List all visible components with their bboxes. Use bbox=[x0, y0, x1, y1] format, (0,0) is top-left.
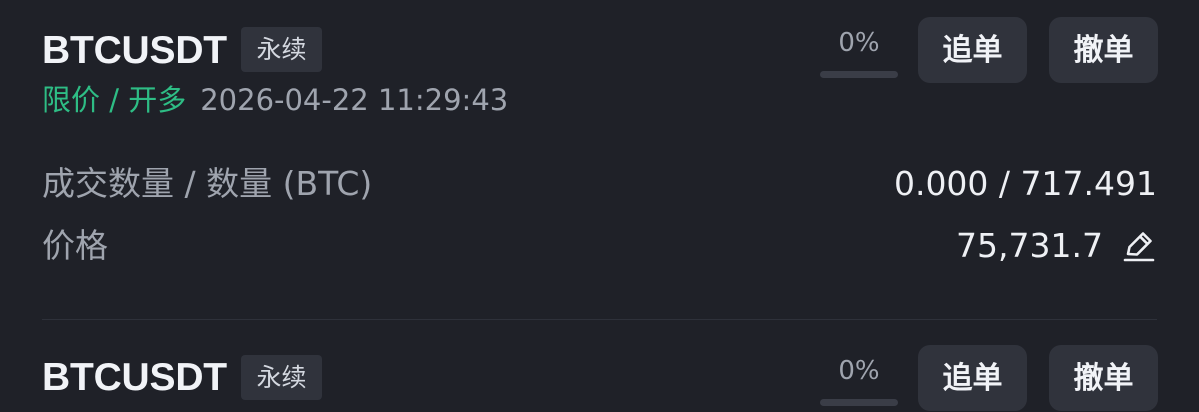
fill-progress: 0% bbox=[820, 28, 898, 78]
cancel-order-button[interactable]: 撤单 bbox=[1049, 345, 1158, 411]
order-subline: 限价 / 开多 2026-04-22 11:29:43 bbox=[42, 82, 508, 118]
fill-progress: 0% bbox=[820, 356, 898, 406]
fill-percent-label: 0% bbox=[838, 356, 880, 386]
order-side-tag: 限价 / 开多 bbox=[42, 83, 187, 117]
order-symbol: BTCUSDT bbox=[42, 356, 227, 399]
cancel-order-button[interactable]: 撤单 bbox=[1049, 17, 1158, 83]
fill-percent-label: 0% bbox=[838, 28, 880, 58]
quantity-label: 成交数量 / 数量 (BTC) bbox=[42, 164, 373, 203]
chase-order-button[interactable]: 追单 bbox=[918, 345, 1027, 411]
order-symbol: BTCUSDT bbox=[42, 29, 227, 72]
fill-progress-track bbox=[820, 71, 898, 78]
contract-type-badge: 永续 bbox=[241, 27, 322, 72]
order-card: BTCUSDT 永续 0% 追单 撤单 bbox=[0, 320, 1199, 411]
edit-icon[interactable] bbox=[1119, 227, 1157, 265]
order-card: BTCUSDT 永续 0% 追单 撤单 限价 / 开多 2026-04-22 11… bbox=[0, 0, 1199, 318]
price-value: 75,731.7 bbox=[956, 226, 1103, 265]
chase-order-button[interactable]: 追单 bbox=[918, 17, 1027, 83]
price-label: 价格 bbox=[42, 226, 108, 265]
quantity-value: 0.000 / 717.491 bbox=[893, 164, 1157, 203]
price-row-value: 75,731.7 bbox=[956, 226, 1157, 266]
contract-type-badge: 永续 bbox=[241, 355, 322, 400]
order-timestamp: 2026-04-22 11:29:43 bbox=[200, 83, 509, 117]
